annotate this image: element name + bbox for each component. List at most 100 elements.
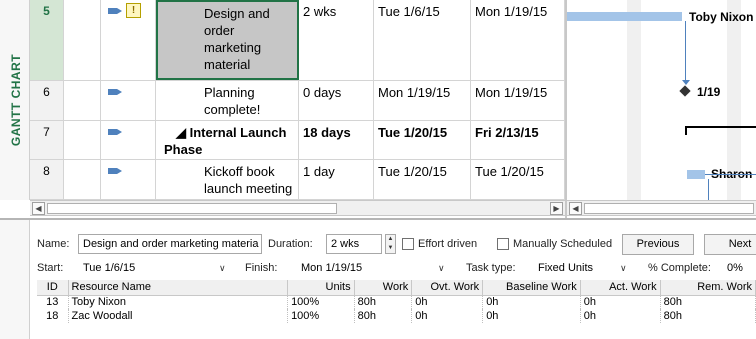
duration-cell[interactable]: 18 days — [299, 121, 374, 159]
warning-icon[interactable]: ! — [126, 3, 141, 18]
column-header[interactable]: ID — [37, 280, 69, 296]
task-mode-cell[interactable] — [101, 121, 156, 159]
table-row[interactable]: 18 Zac Woodall 100% 80h 0h 0h 0h 80h — [37, 309, 756, 323]
finish-label: Finish: — [245, 262, 278, 274]
resource-name[interactable]: Toby Nixon — [68, 295, 289, 309]
finish-field[interactable]: Mon 1/19/15 — [296, 258, 454, 278]
finish-cell[interactable]: Mon 1/19/15 — [471, 81, 565, 120]
scroll-thumb[interactable] — [47, 203, 337, 214]
task-row[interactable]: 5 ! Design and order marketing material … — [30, 0, 565, 81]
row-id[interactable]: 6 — [30, 81, 64, 120]
indicators-cell — [64, 81, 101, 120]
duration-field[interactable]: 2 wks — [326, 234, 382, 254]
task-row[interactable]: 7 ◢ Internal Launch Phase 18 days Tue 1/… — [30, 121, 565, 160]
task-name-cell[interactable]: Planning complete! — [156, 81, 299, 120]
task-type-select[interactable]: Fixed Units — [527, 258, 633, 278]
finish-cell[interactable]: Mon 1/19/15 — [471, 0, 565, 80]
start-cell[interactable]: Mon 1/19/15 — [374, 81, 471, 120]
indicators-cell — [64, 121, 101, 159]
resource-rem-work[interactable]: 80h — [660, 295, 756, 309]
scroll-thumb[interactable] — [584, 203, 754, 214]
chevron-down-icon[interactable]: ∨ — [219, 263, 226, 274]
next-button[interactable]: Next — [704, 234, 756, 255]
task-mode-cell[interactable]: ! — [101, 0, 156, 80]
resource-id[interactable]: 18 — [37, 309, 69, 323]
duration-cell[interactable]: 1 day — [299, 160, 374, 199]
gantt-chart-pane: Toby Nixon 1/19 Sharon — [567, 0, 756, 200]
scroll-left-icon[interactable]: ◀ — [32, 202, 45, 215]
resource-act-work[interactable]: 0h — [580, 295, 661, 309]
task-bar[interactable] — [687, 170, 705, 179]
task-row[interactable]: 6 Planning complete! 0 days Mon 1/19/15 … — [30, 81, 565, 121]
task-name-cell[interactable]: Kickoff book launch meeting — [156, 160, 299, 199]
resource-units[interactable]: 100% — [287, 309, 355, 323]
start-cell[interactable]: Tue 1/20/15 — [374, 160, 471, 199]
finish-cell[interactable]: Fri 2/13/15 — [471, 121, 565, 159]
indicators-cell — [64, 160, 101, 199]
resource-rem-work[interactable]: 80h — [660, 309, 756, 323]
dependency-line — [685, 21, 686, 83]
row-id[interactable]: 5 — [30, 0, 64, 80]
effort-driven-checkbox[interactable] — [402, 238, 414, 250]
start-field[interactable]: Tue 1/6/15 — [78, 258, 235, 278]
auto-scheduled-icon — [108, 127, 122, 137]
task-mode-cell[interactable] — [101, 160, 156, 199]
effort-driven-label: Effort driven — [418, 238, 478, 250]
column-header[interactable]: Work — [354, 280, 413, 296]
start-cell[interactable]: Tue 1/20/15 — [374, 121, 471, 159]
task-name-line: order — [204, 23, 235, 38]
resource-work[interactable]: 80h — [354, 295, 413, 309]
task-name-line: complete! — [204, 102, 261, 117]
view-bar — [0, 220, 30, 339]
chevron-down-icon[interactable]: ∨ — [438, 263, 445, 274]
resource-id[interactable]: 13 — [37, 295, 69, 309]
column-header[interactable]: Resource Name — [68, 280, 289, 296]
resource-work[interactable]: 80h — [354, 309, 413, 323]
task-form: Name: Design and order marketing materia… — [0, 218, 756, 339]
auto-scheduled-icon — [108, 87, 122, 97]
resource-ovt-work[interactable]: 0h — [411, 295, 484, 309]
column-header[interactable]: Rem. Work — [660, 280, 756, 296]
manually-scheduled-checkbox[interactable] — [497, 238, 509, 250]
scroll-right-icon[interactable]: ▶ — [550, 202, 563, 215]
name-field[interactable]: Design and order marketing materia — [78, 234, 262, 254]
task-row[interactable]: 8 Kickoff book launch meeting 1 day Tue … — [30, 160, 565, 200]
task-mode-cell[interactable] — [101, 81, 156, 120]
previous-button[interactable]: Previous — [622, 234, 694, 255]
task-name-cell[interactable]: Design and order marketing material — [156, 0, 299, 80]
task-bar[interactable] — [567, 12, 682, 21]
milestone-diamond[interactable] — [679, 85, 691, 97]
resource-act-work[interactable]: 0h — [580, 309, 661, 323]
view-label: GANTT CHART — [9, 53, 23, 147]
summary-bar[interactable] — [685, 126, 756, 128]
dependency-arrow — [682, 80, 690, 85]
duration-cell[interactable]: 0 days — [299, 81, 374, 120]
table-header-row: ID Resource Name Units Work Ovt. Work Ba… — [37, 280, 756, 296]
grid-scrollbar[interactable]: ◀ ▶ — [30, 200, 565, 216]
row-id[interactable]: 7 — [30, 121, 64, 159]
table-row[interactable]: 13 Toby Nixon 100% 80h 0h 0h 0h 80h — [37, 295, 756, 309]
duration-cell[interactable]: 2 wks — [299, 0, 374, 80]
resource-ovt-work[interactable]: 0h — [411, 309, 484, 323]
column-header[interactable]: Units — [287, 280, 355, 296]
resource-baseline-work[interactable]: 0h — [482, 309, 581, 323]
resource-baseline-work[interactable]: 0h — [482, 295, 581, 309]
chevron-down-icon[interactable]: ∨ — [620, 263, 627, 274]
scroll-left-icon[interactable]: ◀ — [569, 202, 582, 215]
dependency-line — [705, 174, 756, 175]
column-header[interactable]: Ovt. Work — [411, 280, 484, 296]
task-name-line: material — [204, 57, 251, 72]
task-name-cell[interactable]: ◢ Internal Launch Phase — [156, 121, 299, 159]
column-header[interactable]: Act. Work — [580, 280, 661, 296]
chart-scrollbar[interactable]: ◀ — [567, 200, 756, 216]
finish-cell[interactable]: Tue 1/20/15 — [471, 160, 565, 199]
task-grid: 5 ! Design and order marketing material … — [30, 0, 565, 200]
resource-name[interactable]: Zac Woodall — [68, 309, 289, 323]
duration-spinner[interactable]: ▲ ▼ — [385, 234, 396, 254]
start-cell[interactable]: Tue 1/6/15 — [374, 0, 471, 80]
percent-complete-field[interactable]: 0% — [722, 258, 756, 278]
column-header[interactable]: Baseline Work — [482, 280, 581, 296]
row-id[interactable]: 8 — [30, 160, 64, 199]
auto-scheduled-icon — [108, 6, 122, 16]
resource-units[interactable]: 100% — [287, 295, 355, 309]
